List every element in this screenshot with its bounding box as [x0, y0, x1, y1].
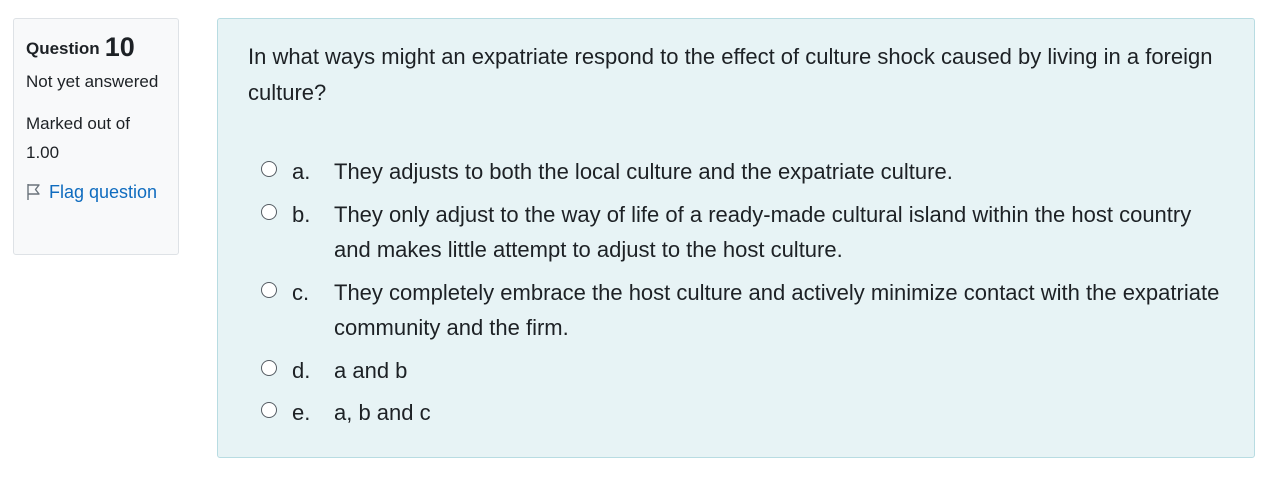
answer-text[interactable]: They completely embrace the host culture…	[334, 275, 1221, 346]
flag-question-link[interactable]: Flag question	[26, 180, 166, 204]
answer-letter: c.	[292, 279, 310, 305]
radio-button-a[interactable]	[261, 161, 277, 177]
answer-letter: e.	[292, 400, 311, 425]
question-number: 10	[104, 32, 135, 62]
radio-button-b[interactable]	[261, 203, 277, 220]
question-word: Question	[26, 39, 100, 58]
answer-option-e[interactable]: e. a, b and c	[261, 395, 1221, 431]
answer-list: a. They adjusts to both the local cultur…	[261, 154, 1221, 438]
question-state: Not yet answered	[26, 72, 159, 91]
answer-option-b[interactable]: b. They only adjust to the way of life o…	[261, 197, 1221, 268]
question-info-panel: Question 10 Not yet answered Marked out …	[13, 18, 179, 255]
question-text: In what ways might an expatriate respond…	[248, 44, 1213, 105]
answer-text[interactable]: They only adjust to the way of life of a…	[334, 197, 1221, 268]
question-title: Question 10	[26, 31, 166, 65]
answer-option-d[interactable]: d. a and b	[261, 353, 1221, 389]
question-grade: Marked out of 1.00	[26, 114, 130, 162]
answer-option-c[interactable]: c. They completely embrace the host cult…	[261, 275, 1221, 346]
flag-icon	[26, 183, 42, 201]
answer-text[interactable]: a and b	[334, 353, 1221, 389]
answer-option-a[interactable]: a. They adjusts to both the local cultur…	[261, 154, 1221, 190]
answer-letter: d.	[292, 357, 311, 383]
radio-button-d[interactable]	[261, 359, 277, 376]
question-content-panel: In what ways might an expatriate respond…	[217, 18, 1255, 458]
answer-letter: b.	[292, 201, 311, 227]
answer-text[interactable]: a, b and c	[334, 395, 1221, 431]
radio-button-c[interactable]	[261, 281, 277, 298]
answer-text[interactable]: They adjusts to both the local culture a…	[334, 154, 1221, 190]
radio-button-e[interactable]	[261, 402, 277, 418]
answer-letter: a.	[292, 159, 311, 184]
flag-question-label: Flag question	[49, 182, 158, 202]
